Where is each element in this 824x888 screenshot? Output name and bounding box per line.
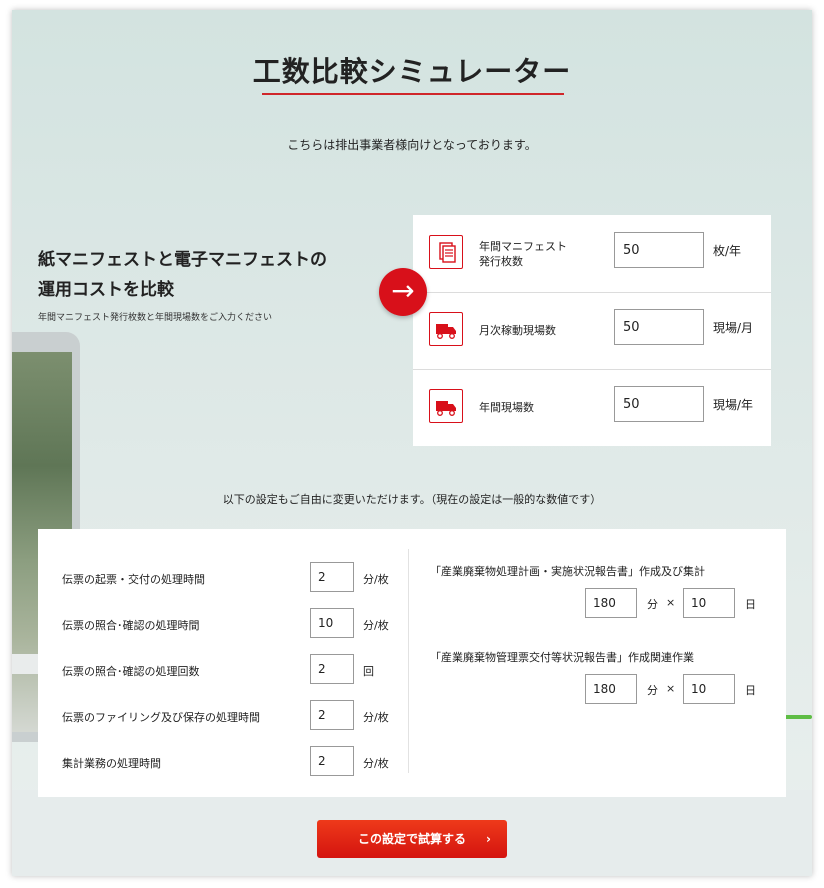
input-label-manifest: 年間マニフェスト 発行枚数 (479, 239, 589, 269)
input-unit-annual-sites: 現場/年 (713, 398, 754, 412)
chevron-right-icon: › (486, 832, 491, 846)
plan-report-days-input[interactable] (683, 588, 735, 618)
manifest-report-days-unit: 日 (745, 684, 756, 697)
manifest-report-days-input[interactable] (683, 674, 735, 704)
input-label-monthly-sites: 月次稼動現場数 (479, 324, 556, 337)
setting-group-title-manifest-report: 「産業廃棄物管理票交付等状況報告書」作成関連作業 (430, 651, 694, 664)
intro-hint: 年間マニフェスト発行枚数と年間現場数をご入力ください (38, 313, 273, 323)
setting-group-title-plan-report: 「産業廃棄物処理計画・実施状況報告書」作成及び集計 (430, 565, 705, 578)
intro-heading-line1: 紙マニフェストと電子マニフェストの (38, 250, 327, 270)
setting-unit-issue-time: 分/枚 (363, 573, 389, 586)
filing-time-input[interactable] (310, 700, 354, 730)
input-label-manifest-line2: 発行枚数 (479, 255, 523, 268)
setting-label-issue-time: 伝票の起票・交付の処理時間 (62, 573, 205, 586)
manifest-count-input[interactable] (614, 232, 704, 268)
page: 工数比較シミュレーター こちらは排出事業者様向けとなっております。 紙マニフェス… (12, 10, 812, 876)
issue-time-input[interactable] (310, 562, 354, 592)
setting-unit-check-time: 分/枚 (363, 619, 389, 632)
check-count-input[interactable] (310, 654, 354, 684)
input-unit-manifest: 枚/年 (713, 244, 742, 258)
title-underline (262, 93, 564, 95)
simulate-button-label: この設定で試算する (357, 832, 466, 846)
arrow-right-icon: → (379, 268, 427, 316)
page-subtitle: こちらは排出事業者様向けとなっております。 (287, 138, 537, 152)
page-title: 工数比較シミュレーター (252, 55, 572, 88)
truck-icon (429, 389, 463, 423)
input-row-monthly-sites: 月次稼動現場数 現場/月 (413, 292, 771, 370)
truck-icon (429, 312, 463, 346)
setting-unit-aggregate-time: 分/枚 (363, 757, 389, 770)
setting-label-filing-time: 伝票のファイリング及び保存の処理時間 (62, 711, 260, 724)
manifest-report-minutes-unit: 分 (647, 684, 658, 697)
input-row-annual-sites: 年間現場数 現場/年 (413, 369, 771, 446)
plan-report-days-unit: 日 (745, 598, 756, 611)
setting-label-check-count: 伝票の照合･確認の処理回数 (62, 665, 200, 678)
manifest-report-minutes-input[interactable] (585, 674, 637, 704)
setting-unit-check-count: 回 (363, 665, 374, 678)
setting-label-check-time: 伝票の照合･確認の処理時間 (62, 619, 200, 632)
settings-card: 伝票の起票・交付の処理時間 分/枚 伝票の照合･確認の処理時間 分/枚 伝票の照… (38, 529, 786, 797)
plan-report-minutes-input[interactable] (585, 588, 637, 618)
simulate-button[interactable]: この設定で試算する › (317, 820, 507, 858)
intro-heading-line2: 運用コストを比較 (38, 280, 174, 300)
input-card: 年間マニフェスト 発行枚数 枚/年 月次稼動現場数 現場/月 (413, 215, 771, 446)
aggregate-time-input[interactable] (310, 746, 354, 776)
settings-divider (408, 549, 409, 773)
plan-report-minutes-unit: 分 (647, 598, 658, 611)
input-row-manifest: 年間マニフェスト 発行枚数 枚/年 (413, 215, 771, 293)
monthly-sites-input[interactable] (614, 309, 704, 345)
manifest-report-times-sign: × (666, 682, 676, 695)
plan-report-times-sign: × (666, 596, 676, 609)
annual-sites-input[interactable] (614, 386, 704, 422)
document-icon (429, 235, 463, 269)
settings-note: 以下の設定もご自由に変更いただけます。（現在の設定は一般的な数値です） (222, 493, 602, 506)
setting-unit-filing-time: 分/枚 (363, 711, 389, 724)
input-label-annual-sites: 年間現場数 (479, 401, 534, 414)
setting-label-aggregate-time: 集計業務の処理時間 (62, 757, 161, 770)
input-unit-monthly-sites: 現場/月 (713, 321, 754, 335)
intro-heading: 紙マニフェストと電子マニフェストの 運用コストを比較 (38, 245, 327, 305)
input-label-manifest-line1: 年間マニフェスト (479, 240, 567, 253)
check-time-input[interactable] (310, 608, 354, 638)
